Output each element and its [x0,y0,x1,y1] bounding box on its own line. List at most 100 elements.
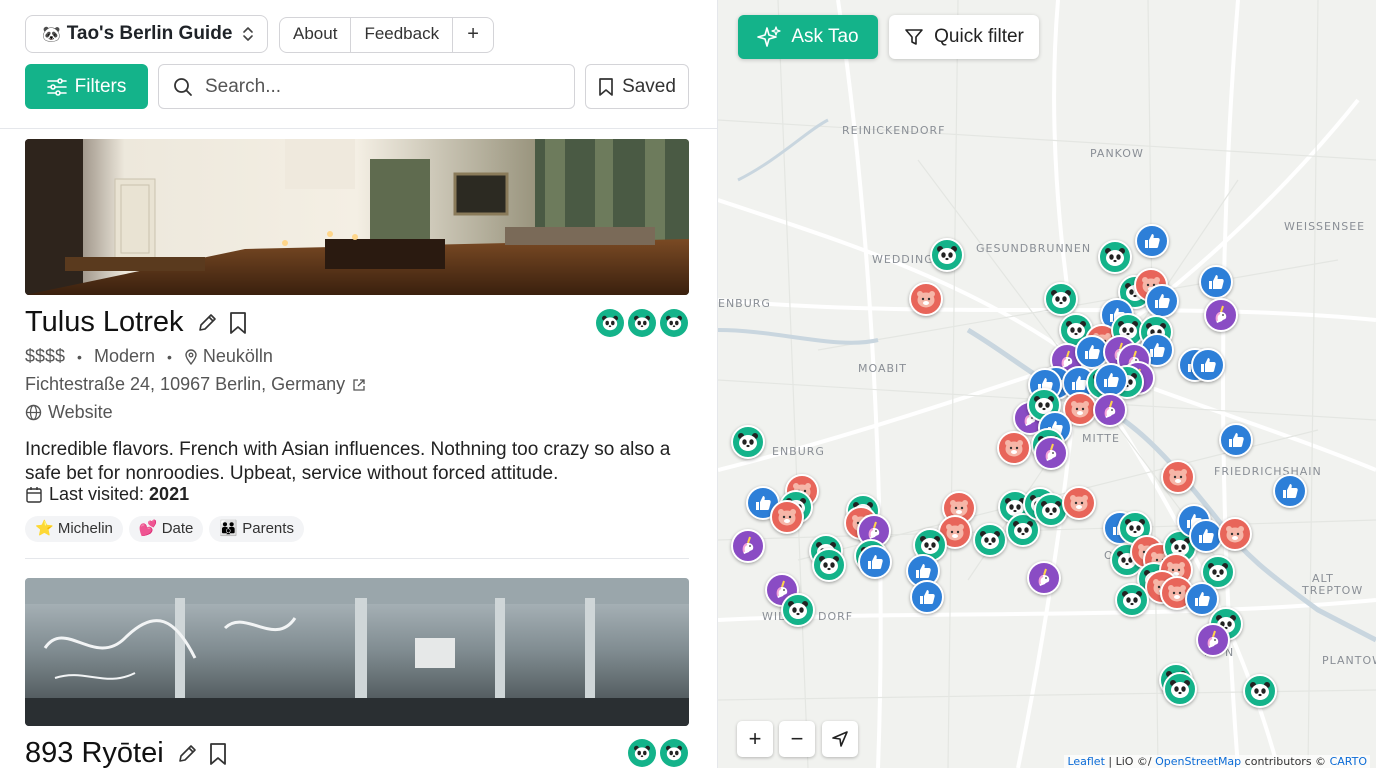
like-marker-icon[interactable] [1145,284,1179,318]
district-label: FRIEDRICHSHAIN [1214,465,1322,478]
panda-marker-icon[interactable] [973,523,1007,557]
like-marker-icon[interactable] [1199,265,1233,299]
nav-about[interactable]: About [280,18,352,52]
external-link-icon [353,378,365,391]
globe-icon [25,404,42,421]
like-marker-icon[interactable] [858,545,892,579]
location-pin-icon [185,348,197,365]
calendar-icon [26,486,42,503]
panda-marker-icon[interactable] [1115,583,1149,617]
unicorn-marker-icon[interactable] [1034,436,1068,470]
restaurant-name[interactable]: 893 Ryōtei [25,737,164,768]
district-label: REINICKENDORF [842,124,946,137]
bookmark-icon[interactable] [208,742,228,766]
address-link[interactable]: Fichtestraße 24, 10967 Berlin, Germany [25,374,366,395]
last-visited: Last visited: 2021 [25,484,189,505]
like-marker-icon[interactable] [910,580,944,614]
bear-marker-icon[interactable] [770,500,804,534]
restaurant-photo[interactable] [25,578,689,726]
panda-marker-icon[interactable] [812,548,846,582]
tag-parents[interactable]: 👪 Parents [209,516,304,542]
panda-icon [660,739,688,767]
zoom-out-button[interactable]: − [779,721,815,757]
nav-add-button[interactable]: + [453,18,493,52]
unicorn-marker-icon[interactable] [1196,623,1230,657]
district-label: ENBURG [772,445,825,458]
district-label: ENBURG [718,297,771,310]
rating-badges [628,739,688,767]
header-divider [0,128,717,129]
bookmark-icon[interactable] [228,311,248,335]
like-marker-icon[interactable] [1094,363,1128,397]
unicorn-marker-icon[interactable] [731,529,765,563]
like-marker-icon[interactable] [1273,474,1307,508]
funnel-icon [905,29,923,45]
quick-filter-button[interactable]: Quick filter [889,15,1039,59]
osm-link[interactable]: OpenStreetMap [1155,755,1241,768]
restaurant-title-row: 893 Ryōtei [25,737,238,768]
bear-marker-icon[interactable] [1161,460,1195,494]
attribution-text: contributors © [1241,755,1330,768]
saved-button[interactable]: Saved [585,64,689,109]
bear-marker-icon[interactable] [997,431,1031,465]
bear-marker-icon[interactable] [1062,486,1096,520]
bear-marker-icon[interactable] [909,282,943,316]
ask-tao-label: Ask Tao [791,26,859,47]
district-label: TREPTOW [1302,584,1364,597]
like-marker-icon[interactable] [1135,224,1169,258]
unicorn-marker-icon[interactable] [1093,393,1127,427]
guide-name: Tao's Berlin Guide [66,23,233,44]
navigation-arrow-icon [832,731,848,747]
panda-marker-icon[interactable] [1163,672,1197,706]
like-marker-icon[interactable] [1219,423,1253,457]
tag-date[interactable]: 💕 Date [128,516,204,542]
rating-badges [596,309,688,337]
leaflet-link[interactable]: Leaflet [1067,755,1104,768]
bear-marker-icon[interactable] [1218,517,1252,551]
ask-tao-button[interactable]: Ask Tao [738,15,878,59]
district-label: MITTE [1082,432,1120,445]
restaurant-name[interactable]: Tulus Lotrek [25,306,184,339]
district-label: PLANTOW [1322,654,1376,667]
website-label: Website [48,402,113,422]
pencil-icon[interactable] [176,743,198,765]
search-input[interactable] [203,74,547,99]
panda-icon [660,309,688,337]
attribution-sep: | LiO ©/ [1104,755,1156,768]
zoom-in-button[interactable]: + [737,721,773,757]
pencil-icon[interactable] [196,312,218,334]
nav-feedback[interactable]: Feedback [351,18,454,52]
filters-button[interactable]: Filters [25,64,148,109]
cuisine: Modern [93,346,155,366]
price-level: $$$$ [25,346,66,366]
guide-panel: 🐼 Tao's Berlin Guide About Feedback + Fi… [0,0,718,768]
sliders-icon [46,77,67,96]
unicorn-marker-icon[interactable] [1027,561,1061,595]
like-marker-icon[interactable] [1191,348,1225,382]
panda-marker-icon[interactable] [1098,240,1132,274]
panda-marker-icon[interactable] [1044,282,1078,316]
restaurant-photo[interactable] [25,139,689,295]
locate-me-button[interactable] [822,721,858,757]
separator-dot: • [77,348,82,365]
district-label: WEDDING [872,253,934,266]
district: Neukölln [202,346,273,366]
unicorn-marker-icon[interactable] [1204,298,1238,332]
panda-emoji-icon: 🐼 [42,26,61,43]
sparkle-icon [757,26,781,47]
panda-icon [628,309,656,337]
district-label: GESUNDBRUNNEN [976,242,1092,255]
search-icon [174,77,192,96]
guide-selector[interactable]: 🐼 Tao's Berlin Guide [25,15,268,53]
website-link[interactable]: Website [25,402,113,423]
panda-marker-icon[interactable] [731,425,765,459]
panda-marker-icon[interactable] [781,593,815,627]
carto-link[interactable]: CARTO [1330,755,1367,768]
quick-filter-label: Quick filter [934,26,1024,47]
tag-michelin[interactable]: ⭐ Michelin [25,516,123,542]
panda-marker-icon[interactable] [1243,674,1277,708]
card-divider [25,558,689,559]
panda-icon [628,739,656,767]
map-view[interactable]: REINICKENDORF PANKOW WEISSENSEE WEDDING … [718,0,1376,768]
panda-marker-icon[interactable] [930,238,964,272]
